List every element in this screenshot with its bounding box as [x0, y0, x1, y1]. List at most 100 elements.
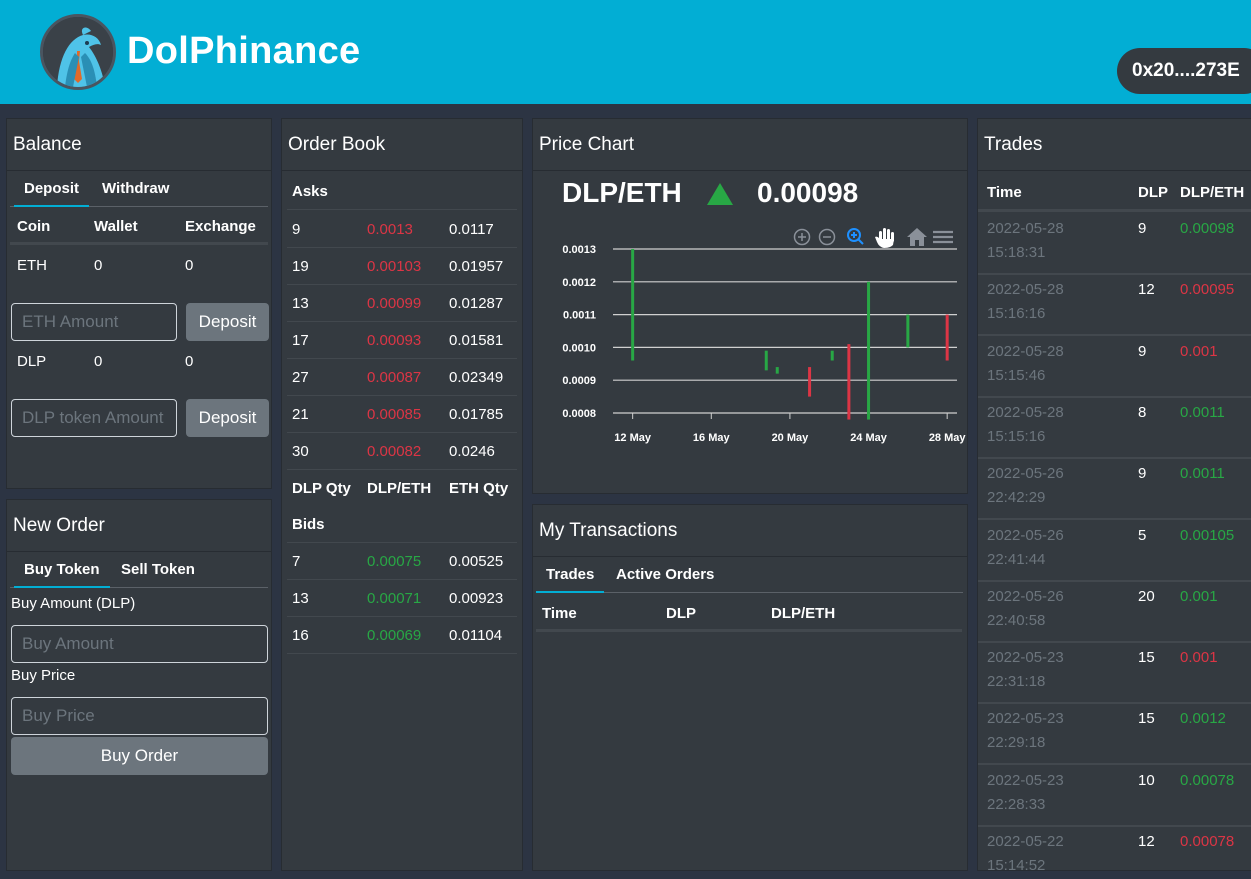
- tab-trades[interactable]: Trades: [536, 557, 605, 593]
- candle[interactable]: [945, 314, 949, 361]
- asks-label: Asks: [292, 183, 328, 200]
- buy-price-input[interactable]: Buy Price: [11, 697, 268, 735]
- col-time: Time: [987, 184, 1022, 201]
- bid-row[interactable]: 7 0.00075 0.00525: [287, 543, 517, 580]
- bid-row[interactable]: 13 0.00071 0.00923: [287, 580, 517, 617]
- ask-row[interactable]: 9 0.0013 0.0117: [287, 211, 517, 248]
- trade-date: 2022-05-23: [987, 649, 1064, 667]
- dlp-amount-input[interactable]: DLP token Amount: [11, 399, 177, 437]
- trade-date: 2022-05-28: [987, 281, 1064, 299]
- dlp-eth-price: 0.00103: [367, 258, 422, 275]
- y-tick-label: 0.0012: [562, 277, 596, 289]
- zoom-select-icon[interactable]: [847, 228, 864, 245]
- ask-row[interactable]: 21 0.00085 0.01785: [287, 396, 517, 433]
- trade-row: 2022-05-26 22:42:29 9 0.0011: [978, 459, 1251, 521]
- tab-sell-token[interactable]: Sell Token: [111, 552, 205, 588]
- eth-qty: 0.01957: [449, 258, 504, 275]
- eth-qty: 0.00525: [449, 553, 504, 570]
- candle[interactable]: [830, 350, 834, 361]
- candle[interactable]: [631, 249, 635, 361]
- dlp-eth-price: 0.0013: [367, 221, 413, 238]
- trade-date: 2022-05-26: [987, 587, 1064, 605]
- eth-qty: 0.01104: [449, 627, 503, 644]
- candle[interactable]: [906, 314, 910, 348]
- trade-dlp-qty: 12: [1138, 281, 1155, 299]
- col-dlp-eth: DLP/ETH: [1180, 184, 1245, 201]
- trade-price: 0.00078: [1180, 771, 1235, 789]
- menu-icon[interactable]: [933, 230, 953, 244]
- col-exchange: Exchange: [185, 218, 256, 235]
- last-price: 0.00098: [757, 177, 859, 208]
- tab-deposit[interactable]: Deposit: [14, 171, 90, 207]
- dlp-qty: 17: [292, 332, 309, 349]
- account-address-badge[interactable]: 0x20....273E: [1117, 48, 1251, 94]
- dlp-qty: 30: [292, 443, 309, 460]
- zoom-out-icon[interactable]: [818, 228, 836, 246]
- deposit-eth-button[interactable]: Deposit: [186, 303, 269, 341]
- dlp-qty: 19: [292, 258, 309, 275]
- trade-row: 2022-05-23 22:28:33 10 0.00078: [978, 766, 1251, 827]
- trades-title: Trades: [978, 119, 1251, 171]
- dlp-eth-price: 0.00099: [367, 295, 422, 312]
- ask-row[interactable]: 19 0.00103 0.01957: [287, 248, 517, 285]
- eth-amount-input[interactable]: ETH Amount: [11, 303, 177, 341]
- trade-time: 22:41:44: [987, 550, 1046, 568]
- trade-dlp-qty: 9: [1138, 342, 1147, 360]
- wallet-balance: 0: [94, 353, 103, 370]
- trade-price: 0.001: [1180, 649, 1218, 667]
- candle[interactable]: [808, 367, 812, 397]
- col-dlp-eth: DLP/ETH: [771, 605, 836, 622]
- buy-price-label: Buy Price: [11, 667, 76, 684]
- trade-time: 22:40:58: [987, 611, 1046, 629]
- reset-home-icon[interactable]: [907, 228, 927, 246]
- candle[interactable]: [764, 350, 768, 371]
- ask-row[interactable]: 30 0.00082 0.0246: [287, 433, 517, 470]
- asks-header: Asks: [287, 173, 517, 210]
- chart-pair: DLP/ETH: [562, 177, 682, 208]
- trade-time: 22:28:33: [987, 795, 1046, 813]
- trade-dlp-qty: 15: [1138, 649, 1155, 667]
- trade-row: 2022-05-28 15:15:46 9 0.001: [978, 337, 1251, 398]
- dolphin-logo-icon: [40, 14, 116, 90]
- trade-price: 0.0011: [1180, 403, 1225, 421]
- col-coin: Coin: [17, 218, 51, 235]
- candle[interactable]: [847, 344, 851, 420]
- trade-row: 2022-05-23 22:29:18 15 0.0012: [978, 704, 1251, 766]
- bid-row[interactable]: 16 0.00069 0.01104: [287, 617, 517, 654]
- col-dlp-eth: DLP/ETH: [367, 480, 432, 497]
- tab-buy-token[interactable]: Buy Token: [14, 552, 110, 588]
- ask-row[interactable]: 27 0.00087 0.02349: [287, 359, 517, 396]
- bids-label: Bids: [292, 516, 325, 533]
- trade-row: 2022-05-28 15:16:16 12 0.00095: [978, 275, 1251, 337]
- buy-order-button[interactable]: Buy Order: [11, 737, 268, 775]
- deposit-dlp-button[interactable]: Deposit: [186, 399, 269, 437]
- eth-qty: 0.00923: [449, 590, 504, 607]
- balance-tabs: Deposit Withdraw: [10, 171, 268, 207]
- balance-title: Balance: [7, 119, 271, 171]
- zoom-in-icon[interactable]: [793, 228, 811, 246]
- col-eth-qty: ETH Qty: [449, 480, 509, 497]
- trade-row: 2022-05-23 22:31:18 15 0.001: [978, 643, 1251, 705]
- trade-row: 2022-05-26 22:41:44 5 0.00105: [978, 521, 1251, 582]
- candle[interactable]: [775, 367, 779, 374]
- order-book-title: Order Book: [282, 119, 522, 171]
- trade-price: 0.0012: [1180, 710, 1226, 728]
- tab-withdraw[interactable]: Withdraw: [92, 171, 179, 207]
- col-dlp-qty: DLP Qty: [292, 480, 351, 497]
- eth-qty: 0.01287: [449, 295, 504, 312]
- my-transactions-card: My Transactions Trades Active Orders Tim…: [532, 504, 968, 871]
- tab-active-orders[interactable]: Active Orders: [606, 557, 724, 593]
- new-order-title: New Order: [7, 500, 271, 552]
- ask-row[interactable]: 17 0.00093 0.01581: [287, 322, 517, 359]
- candlestick-chart[interactable]: 0.0008 0.0009 0.0010 0.0011 0.0012 0.0013 12 M…: [533, 245, 969, 485]
- ask-row[interactable]: 13 0.00099 0.01287: [287, 285, 517, 322]
- eth-qty: 0.01581: [449, 332, 504, 349]
- buy-amount-input[interactable]: Buy Amount: [11, 625, 268, 663]
- candle[interactable]: [867, 281, 871, 420]
- trade-time: 15:15:16: [987, 427, 1046, 445]
- dlp-eth-price: 0.00087: [367, 369, 422, 386]
- transactions-header-row: Time DLP DLP/ETH: [536, 595, 962, 632]
- trade-date: 2022-05-28: [987, 403, 1064, 421]
- trade-time: 22:31:18: [987, 673, 1046, 691]
- trade-time: 22:42:29: [987, 489, 1046, 507]
